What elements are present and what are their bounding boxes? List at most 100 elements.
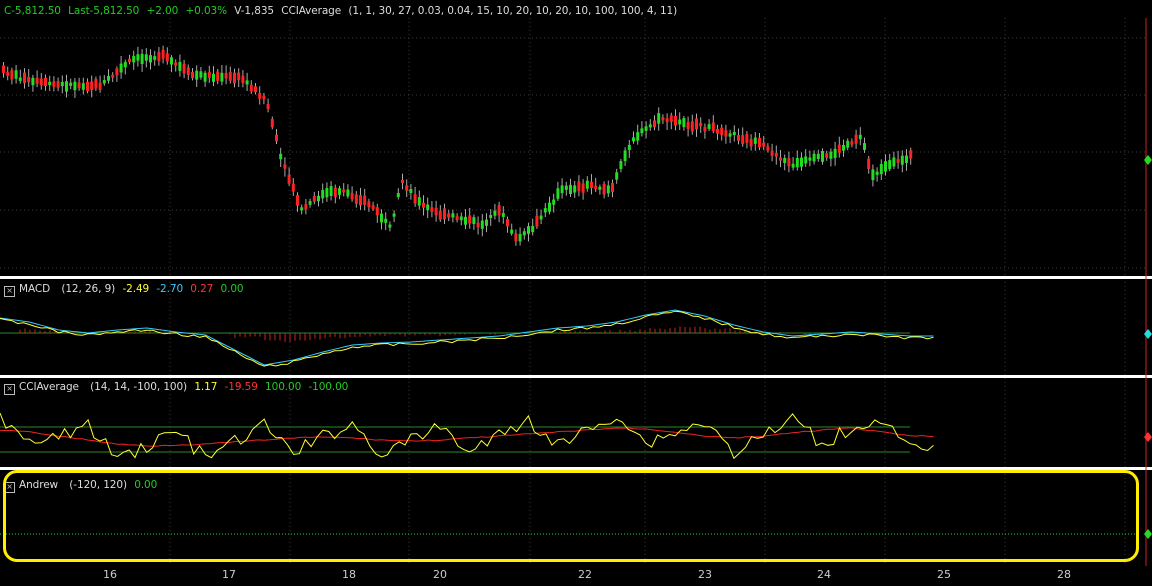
x-axis-label: 17 bbox=[222, 568, 236, 581]
candle-body bbox=[405, 185, 409, 191]
price-study-params: (1, 1, 30, 27, 0.03, 0.04, 15, 10, 20, 1… bbox=[348, 5, 678, 17]
change-pct-value: +0.03% bbox=[185, 5, 228, 17]
candle-body bbox=[837, 144, 841, 153]
candle-body bbox=[195, 70, 199, 80]
macd-plot[interactable] bbox=[0, 309, 934, 367]
candle-body bbox=[900, 155, 904, 165]
candle-body bbox=[842, 144, 845, 151]
candle-body bbox=[300, 207, 304, 211]
candle-body bbox=[825, 153, 829, 158]
candle-body bbox=[136, 54, 140, 61]
candle-body bbox=[350, 192, 354, 200]
candle-body bbox=[695, 118, 698, 130]
candle-body bbox=[539, 215, 543, 220]
candle-body bbox=[644, 126, 648, 131]
candle-body bbox=[833, 148, 837, 158]
x-axis-label: 24 bbox=[817, 568, 831, 581]
candle-body bbox=[241, 75, 245, 83]
last-value: Last-5,812.50 bbox=[68, 5, 140, 17]
macd-value-4: 0.00 bbox=[220, 283, 244, 295]
candle-body bbox=[518, 233, 522, 242]
candle-body bbox=[745, 133, 749, 143]
candle-body bbox=[636, 132, 640, 141]
x-axis-label: 20 bbox=[433, 568, 447, 581]
candle-body bbox=[270, 119, 274, 128]
candle-body bbox=[455, 216, 459, 221]
candle-body bbox=[863, 143, 866, 150]
candle-body bbox=[287, 174, 291, 184]
x-axis-label: 28 bbox=[1057, 568, 1071, 581]
axis-marker bbox=[1144, 432, 1152, 442]
candle-body bbox=[14, 70, 18, 79]
candle-body bbox=[548, 202, 551, 212]
candle-body bbox=[69, 82, 73, 86]
andrew-close-icon[interactable]: × bbox=[4, 482, 15, 493]
candle-body bbox=[774, 152, 778, 157]
candle-body bbox=[879, 164, 883, 175]
candle-body bbox=[648, 124, 652, 128]
candle-body bbox=[556, 188, 560, 199]
change-value: +2.00 bbox=[146, 5, 179, 17]
andrew-value: 0.00 bbox=[134, 479, 158, 491]
candle-body bbox=[480, 220, 484, 229]
candle-body bbox=[871, 169, 875, 181]
axis-marker bbox=[1144, 155, 1152, 165]
candle-body bbox=[661, 117, 665, 121]
candle-body bbox=[342, 189, 346, 193]
candle-body bbox=[699, 122, 703, 127]
price-candles[interactable] bbox=[2, 45, 913, 246]
candle-body bbox=[191, 71, 194, 79]
candle-body bbox=[174, 62, 178, 66]
candle-body bbox=[35, 77, 39, 84]
candle-body bbox=[497, 205, 501, 216]
candle-body bbox=[669, 115, 673, 122]
candle-body bbox=[711, 122, 715, 132]
candle-body bbox=[48, 81, 52, 86]
x-axis-label: 16 bbox=[103, 568, 117, 581]
axis-marker bbox=[1144, 329, 1152, 339]
x-axis-label: 23 bbox=[698, 568, 712, 581]
candle-body bbox=[724, 130, 728, 137]
candle-body bbox=[27, 76, 31, 83]
candle-body bbox=[489, 214, 493, 219]
candle-body bbox=[606, 185, 610, 194]
candle-body bbox=[909, 150, 913, 159]
candle-body bbox=[237, 72, 241, 81]
candle-body bbox=[153, 56, 157, 60]
candle-body bbox=[321, 189, 325, 199]
candle-body bbox=[560, 185, 564, 194]
candle-body bbox=[535, 215, 539, 227]
candle-body bbox=[611, 182, 614, 193]
close-value: C-5,812.50 bbox=[4, 5, 61, 17]
candle-body bbox=[144, 54, 148, 61]
panel-separator bbox=[0, 467, 1152, 470]
candle-body bbox=[737, 134, 740, 141]
candle-body bbox=[703, 126, 707, 132]
candle-body bbox=[686, 122, 690, 129]
price-header: C-5,812.50 Last-5,812.50 +2.00 +0.03% V-… bbox=[4, 4, 681, 18]
candle-body bbox=[107, 75, 110, 81]
candle-body bbox=[220, 72, 224, 82]
candle-body bbox=[564, 185, 568, 190]
candle-body bbox=[149, 55, 152, 63]
x-axis-label: 18 bbox=[342, 568, 356, 581]
cci-close-icon[interactable]: × bbox=[4, 384, 15, 395]
candle-body bbox=[653, 120, 656, 128]
candle-body bbox=[258, 93, 262, 99]
candle-body bbox=[590, 181, 593, 189]
macd-close-icon[interactable]: × bbox=[4, 286, 15, 297]
candle-body bbox=[522, 231, 526, 236]
candle-body bbox=[447, 213, 451, 218]
candle-body bbox=[384, 218, 388, 223]
candle-body bbox=[203, 72, 207, 82]
candle-body bbox=[333, 187, 337, 197]
cci-plot[interactable] bbox=[0, 412, 934, 460]
candle-body bbox=[161, 49, 165, 59]
candle-body bbox=[569, 184, 572, 195]
candle-body bbox=[720, 127, 724, 136]
candle-body bbox=[224, 72, 228, 79]
candle-body bbox=[245, 80, 249, 85]
candle-body bbox=[619, 161, 623, 170]
candle-body bbox=[396, 193, 400, 197]
candle-body bbox=[233, 72, 236, 84]
